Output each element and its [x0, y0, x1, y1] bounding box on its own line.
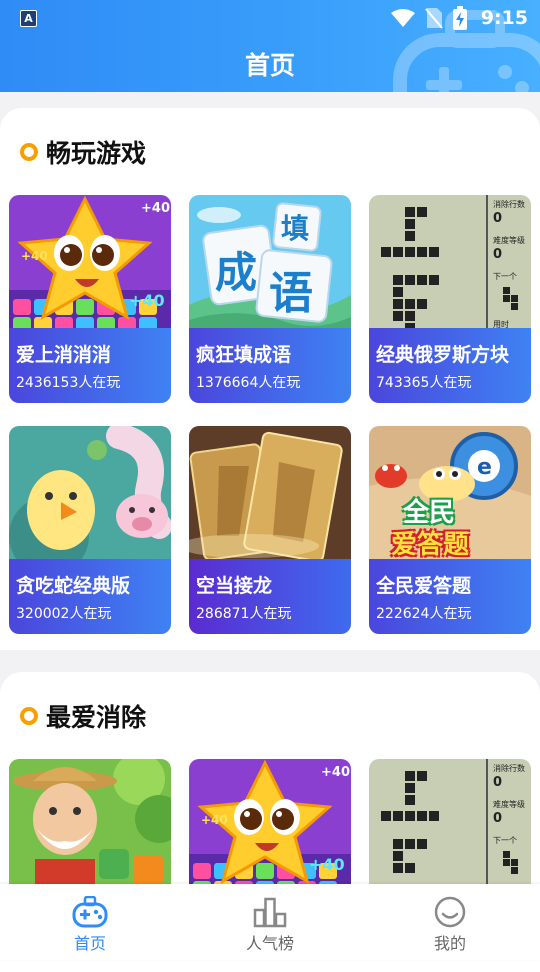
game-thumbnail [9, 426, 171, 566]
game-name: 疯狂填成语 [196, 344, 292, 366]
tetris-label: 下一个 [493, 836, 517, 845]
no-sim-icon [424, 8, 443, 29]
game-thumbnail: e 全民 爱答题 [369, 426, 531, 566]
game-player-count: 2436153人在玩 [16, 375, 121, 391]
game-name: 全民爱答题 [376, 575, 472, 597]
game-card-candy-star[interactable]: +40 +40 +40 爱上消消消 2436153人在玩 [9, 195, 171, 403]
score-popup: +40 [129, 291, 165, 310]
game-card-tetris[interactable]: 消除行数 0 难度等级 0 下一个 用时 经典俄罗斯方块 743365人在玩 [369, 195, 531, 403]
game-card-quiz[interactable]: e 全民 爱答题 全民爱答题 222624人在玩 [369, 426, 531, 634]
tetris-label: 难度等级 [493, 236, 525, 245]
section-title: 最爱消除 [46, 703, 147, 732]
tetris-label: 难度等级 [493, 800, 525, 809]
page-title: 首页 [244, 51, 295, 80]
status-time: 9:15 [480, 7, 528, 29]
nav-item-ranking[interactable]: 人气榜 [180, 884, 360, 960]
game-thumbnail [9, 759, 171, 899]
game-thumbnail: 消除行数 0 难度等级 0 下一个 用时 [369, 195, 531, 335]
game-thumbnail: +40 +40 +40 [9, 195, 171, 335]
game-name: 空当接龙 [196, 575, 273, 597]
nav-item-home[interactable]: 首页 [0, 884, 180, 960]
bar-chart-icon [253, 897, 287, 928]
score-popup: +40 [201, 813, 228, 827]
tile-char: 语 [269, 268, 313, 319]
section-bullet-icon [20, 143, 38, 161]
game-player-count: 320002人在玩 [16, 606, 112, 622]
nav-label: 人气榜 [245, 934, 294, 953]
game-card-idiom[interactable]: 成 填 语 疯狂填成语 1376664人在玩 [189, 195, 351, 403]
game-card-snake[interactable]: 贪吃蛇经典版 320002人在玩 [9, 426, 171, 634]
nav-label: 首页 [73, 934, 106, 953]
score-popup: +40 [141, 201, 170, 216]
tetris-value: 0 [493, 247, 503, 262]
game-name: 经典俄罗斯方块 [376, 344, 510, 366]
bottom-navigation: 首页 人气榜 我的 [0, 884, 540, 960]
game-card-freecell[interactable]: 空当接龙 286871人在玩 [189, 426, 351, 634]
game-thumbnail: 消除行数 0 难度等级 0 下一个 [369, 759, 531, 899]
tetris-label: 消除行数 [493, 764, 525, 773]
svg-text:e: e [477, 455, 492, 480]
game-name: 爱上消消消 [16, 344, 112, 366]
game-player-count: 222624人在玩 [376, 606, 472, 622]
score-popup: +40 [309, 855, 345, 874]
score-popup: +40 [321, 765, 350, 780]
tetris-label: 下一个 [493, 272, 517, 281]
game-name: 贪吃蛇经典版 [16, 575, 131, 597]
section-play-games: 畅玩游戏 +40 +40 +40 爱上消消消 2436153人在玩 成 填 语 … [0, 108, 540, 650]
tile-char: 填 [281, 212, 310, 245]
wifi-icon [390, 9, 415, 27]
game-player-count: 286871人在玩 [196, 606, 292, 622]
battery-charging-icon [452, 6, 467, 30]
smiley-icon [434, 896, 466, 928]
section-bullet-icon [20, 707, 38, 725]
score-popup: +40 [21, 249, 48, 263]
game-thumbnail [189, 426, 351, 566]
tetris-value: 0 [493, 811, 503, 826]
status-bar: A 9:15 [0, 0, 540, 36]
game-player-count: 743365人在玩 [376, 375, 472, 391]
app-header: A 9:15 首页 [0, 0, 540, 92]
section-title: 畅玩游戏 [46, 139, 147, 168]
tetris-value: 0 [493, 211, 503, 226]
tetris-label: 消除行数 [493, 200, 525, 209]
tile-char: 成 [215, 248, 258, 297]
game-thumbnail: +40 +40 +40 [189, 759, 351, 899]
game-thumbnail: 成 填 语 [189, 195, 351, 335]
nav-item-mine[interactable]: 我的 [360, 884, 540, 960]
tetris-value: 0 [493, 775, 503, 790]
app-notification-icon: A [20, 10, 37, 27]
quiz-title-art: 爱答题 [391, 530, 470, 560]
gamepad-icon [72, 896, 108, 928]
nav-label: 我的 [433, 934, 466, 953]
game-player-count: 1376664人在玩 [196, 375, 301, 391]
